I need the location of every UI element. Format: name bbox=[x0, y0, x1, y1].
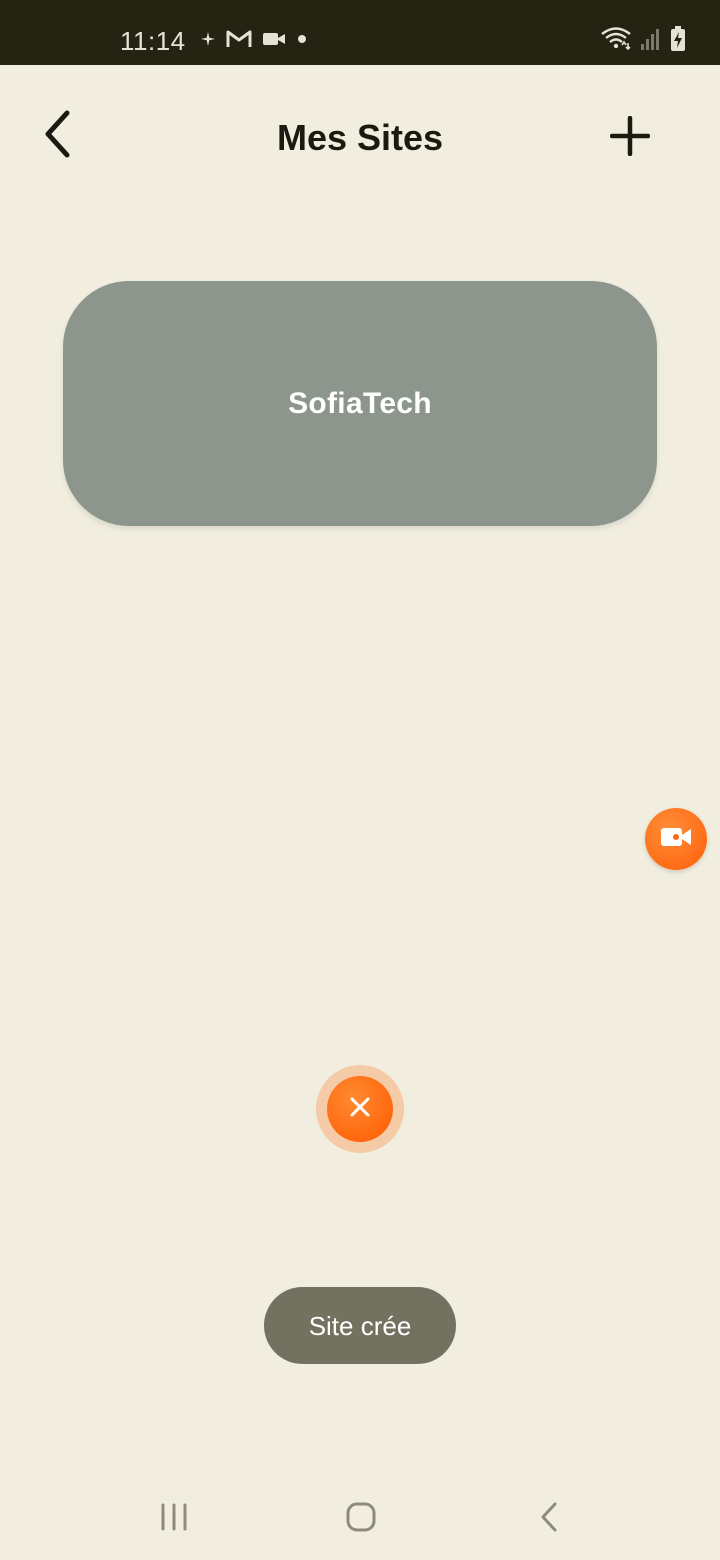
sparkle-icon bbox=[200, 31, 216, 52]
home-icon bbox=[345, 1501, 377, 1538]
status-icons-left bbox=[200, 28, 308, 54]
screen-recorder-button[interactable] bbox=[645, 808, 707, 870]
video-camera-icon bbox=[262, 30, 286, 53]
add-site-button[interactable] bbox=[600, 108, 660, 168]
status-time: 11:14 bbox=[120, 26, 186, 56]
close-fab-inner bbox=[327, 1076, 393, 1142]
recents-button[interactable] bbox=[144, 1498, 204, 1540]
wifi-icon bbox=[600, 26, 632, 57]
gmail-icon bbox=[226, 29, 252, 54]
navigation-bar bbox=[0, 1478, 720, 1560]
back-icon bbox=[538, 1501, 560, 1538]
screen: 11:14 Mes Sites SofiaTech Site crée bbox=[0, 0, 720, 1560]
status-icons-right bbox=[600, 25, 686, 57]
nav-back-button[interactable] bbox=[519, 1498, 579, 1540]
recents-icon bbox=[159, 1503, 189, 1536]
plus-icon bbox=[609, 115, 651, 161]
status-bar: 11:14 bbox=[0, 0, 720, 65]
dot-icon bbox=[296, 32, 308, 50]
video-camera-icon bbox=[660, 826, 692, 853]
site-card[interactable]: SofiaTech bbox=[63, 281, 657, 526]
site-card-label: SofiaTech bbox=[288, 386, 432, 420]
toast-text: Site crée bbox=[308, 1310, 412, 1341]
close-icon bbox=[349, 1096, 371, 1123]
toast: Site crée bbox=[264, 1287, 456, 1364]
home-button[interactable] bbox=[331, 1498, 391, 1540]
battery-charging-icon bbox=[670, 25, 686, 57]
close-fab[interactable] bbox=[316, 1065, 404, 1153]
signal-icon bbox=[640, 27, 662, 56]
